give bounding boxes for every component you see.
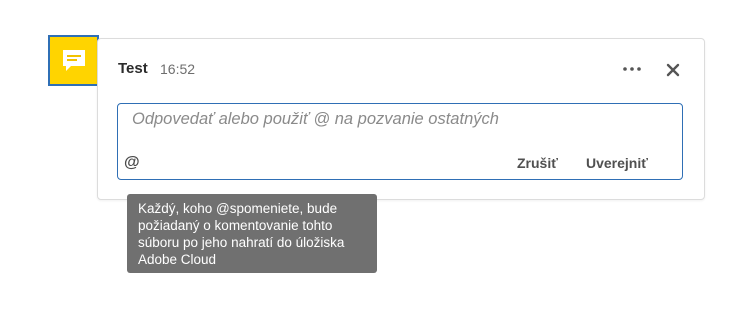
comment-card: Test 16:52 @ Zrušiť Uverejniť <box>97 38 705 200</box>
more-options-button[interactable] <box>620 59 644 79</box>
speech-bubble-icon <box>62 49 85 71</box>
post-button[interactable]: Uverejniť <box>586 155 648 171</box>
comment-author: Test <box>118 60 148 77</box>
comment-marker[interactable] <box>48 35 99 86</box>
close-button[interactable] <box>662 59 684 81</box>
more-options-icon <box>623 67 641 71</box>
mention-tooltip: Každý, koho @spomeniete, bude požiadaný … <box>127 194 377 273</box>
mention-button[interactable]: @ <box>124 154 140 172</box>
comment-stage: Test 16:52 @ Zrušiť Uverejniť Každý, koh… <box>0 0 751 320</box>
close-icon <box>666 63 680 77</box>
comment-time: 16:52 <box>160 61 196 77</box>
reply-box: @ Zrušiť Uverejniť <box>117 103 683 180</box>
cancel-button[interactable]: Zrušiť <box>517 155 558 171</box>
reply-input[interactable] <box>132 108 662 130</box>
